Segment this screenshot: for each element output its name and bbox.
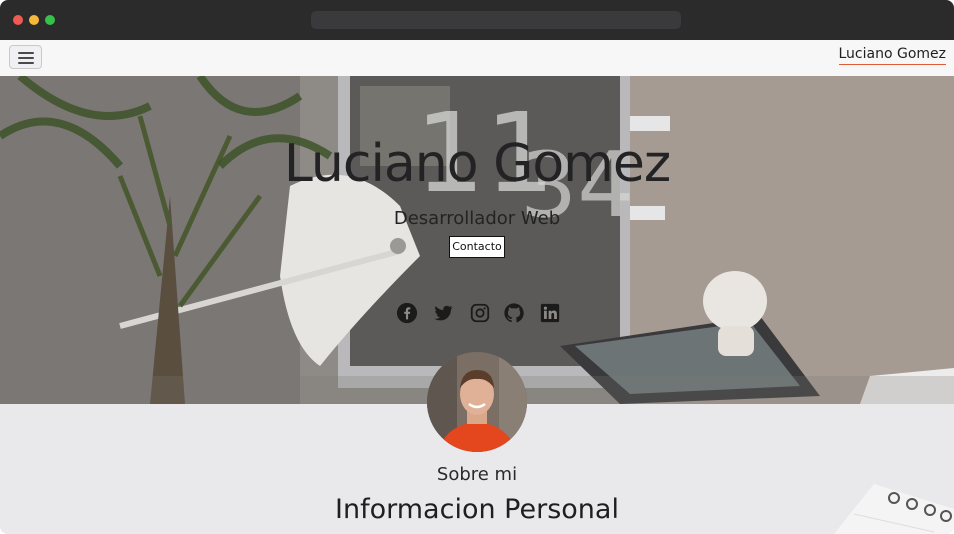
maximize-window-button[interactable] [45,15,55,25]
close-window-button[interactable] [13,15,23,25]
navbar-brand[interactable]: Luciano Gomez [838,46,946,65]
browser-window: Luciano Gomez 11 34 Luciano Gomez Desarr… [0,0,954,534]
contact-button[interactable]: Contacto [449,236,505,258]
twitter-icon[interactable] [432,302,454,324]
avatar [427,352,527,452]
minimize-window-button[interactable] [29,15,39,25]
github-icon[interactable] [503,302,525,324]
hero-title: Luciano Gomez [283,134,671,194]
linkedin-icon[interactable] [539,302,561,324]
hero-subtitle: Desarrollador Web [393,208,561,229]
hamburger-icon[interactable] [9,45,42,69]
instagram-icon[interactable] [469,302,491,324]
address-bar[interactable] [311,11,681,29]
title-bar [0,0,954,40]
about-kicker: Sobre mi [436,464,518,485]
navbar: Luciano Gomez [0,40,954,77]
about-title: Informacion Personal [335,494,619,525]
facebook-icon[interactable] [396,302,418,324]
